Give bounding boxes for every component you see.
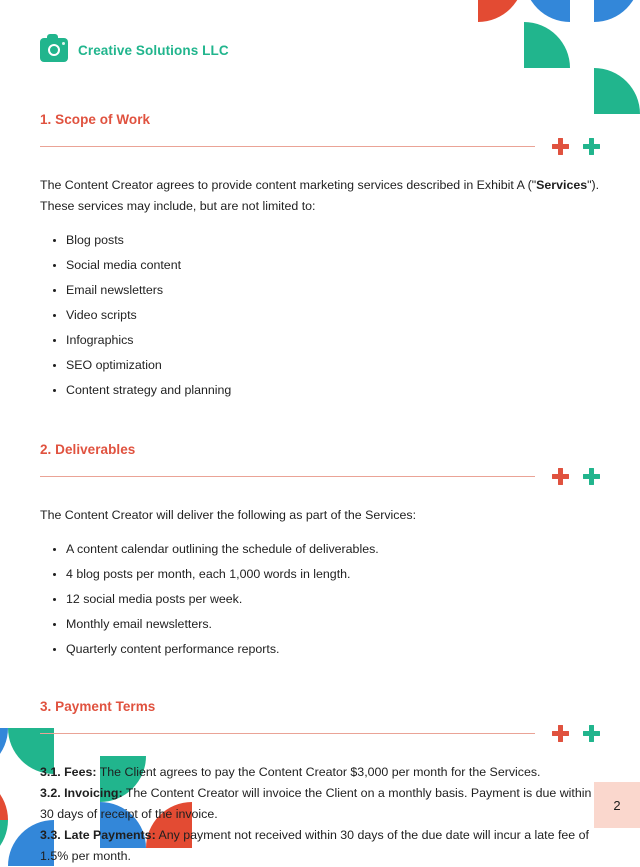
- term-paragraph: 3.2. Invoicing: The Content Creator will…: [40, 783, 600, 825]
- divider: [40, 733, 535, 735]
- deliverables-bullet-list: A content calendar outlining the schedul…: [66, 540, 600, 659]
- decoration-top-right: [478, 0, 640, 114]
- term-label: 3.1. Fees:: [40, 765, 97, 779]
- camera-icon-lens: [48, 44, 60, 56]
- petal-shape: [524, 0, 570, 22]
- brand-name: Creative Solutions LLC: [78, 42, 229, 58]
- petal-shape: [0, 774, 8, 820]
- section-rule-row: [40, 724, 600, 746]
- scope-bullet-list: Blog posts Social media content Email ne…: [66, 231, 600, 400]
- plus-icon-teal: [583, 725, 600, 742]
- term-text: The Content Creator will invoice the Cli…: [40, 786, 592, 821]
- camera-icon-flash: [62, 42, 65, 45]
- list-item: Monthly email newsletters.: [66, 615, 600, 634]
- plus-icon-teal: [583, 138, 600, 155]
- term-text: The Client agrees to pay the Content Cre…: [96, 765, 541, 779]
- list-item: Content strategy and planning: [66, 381, 600, 400]
- section-intro-paragraph: The Content Creator agrees to provide co…: [40, 175, 600, 217]
- plus-icon-red: [552, 725, 569, 742]
- plus-icon-red: [552, 138, 569, 155]
- camera-icon: [40, 34, 68, 62]
- section-title: 3. Payment Terms: [40, 699, 156, 714]
- plus-icon-red: [552, 468, 569, 485]
- list-item: SEO optimization: [66, 356, 600, 375]
- list-item: Email newsletters: [66, 281, 600, 300]
- petal-shape: [524, 22, 570, 68]
- section-scope-of-work: 1. Scope of Work The Content Creator agr…: [40, 112, 600, 400]
- section-payment-terms: 3. Payment Terms 3.1. Fees: The Client a…: [40, 699, 600, 867]
- section-rule-row: [40, 137, 600, 159]
- section-deliverables: 2. Deliverables The Content Creator will…: [40, 442, 600, 659]
- list-item: Infographics: [66, 331, 600, 350]
- petal-shape: [594, 68, 640, 114]
- section-title: 2. Deliverables: [40, 442, 136, 457]
- petal-shape: [0, 820, 8, 866]
- list-item: A content calendar outlining the schedul…: [66, 540, 600, 559]
- section-title: 1. Scope of Work: [40, 112, 151, 127]
- document-page: Creative Solutions LLC 1. Scope of Work …: [0, 0, 640, 866]
- payment-terms-list: 3.1. Fees: The Client agrees to pay the …: [40, 762, 600, 867]
- list-item: 12 social media posts per week.: [66, 590, 600, 609]
- term-paragraph: 3.3. Late Payments: Any payment not rece…: [40, 825, 600, 867]
- list-item: Quarterly content performance reports.: [66, 640, 600, 659]
- intro-text-pre: The Content Creator agrees to provide co…: [40, 178, 537, 192]
- petal-shape: [478, 0, 524, 22]
- term-label: 3.3. Late Payments:: [40, 828, 156, 842]
- list-item: Social media content: [66, 256, 600, 275]
- term-label: 3.2. Invoicing:: [40, 786, 123, 800]
- intro-text-bold: Services: [536, 178, 588, 192]
- list-item: 4 blog posts per month, each 1,000 words…: [66, 565, 600, 584]
- page-number-badge: 2: [594, 782, 640, 828]
- divider: [40, 146, 535, 148]
- list-item: Video scripts: [66, 306, 600, 325]
- section-intro-paragraph: The Content Creator will deliver the fol…: [40, 508, 417, 522]
- document-body: 1. Scope of Work The Content Creator agr…: [40, 112, 600, 867]
- petal-shape: [0, 728, 8, 774]
- term-paragraph: 3.1. Fees: The Client agrees to pay the …: [40, 762, 600, 783]
- divider: [40, 476, 535, 478]
- petal-shape: [594, 0, 640, 22]
- plus-icon-teal: [583, 468, 600, 485]
- document-header: Creative Solutions LLC: [40, 34, 229, 62]
- camera-icon-hump: [47, 34, 58, 40]
- section-rule-row: [40, 467, 600, 489]
- list-item: Blog posts: [66, 231, 600, 250]
